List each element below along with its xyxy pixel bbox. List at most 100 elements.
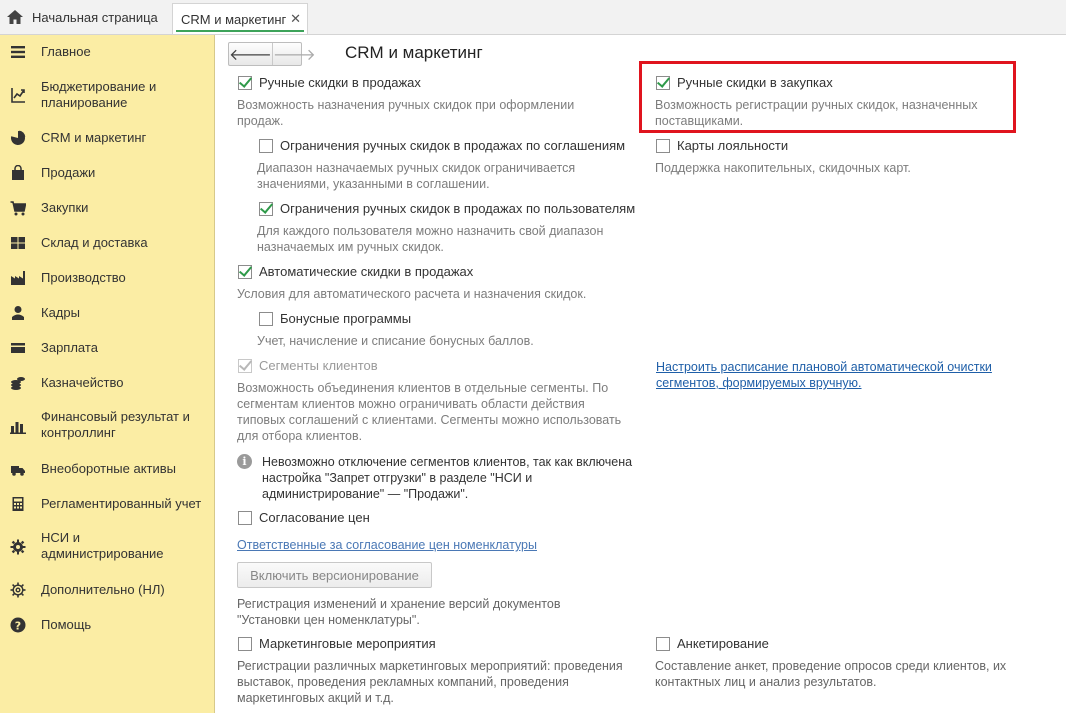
manual-sales-discounts-label: Ручные скидки в продажах xyxy=(259,75,421,90)
sidebar: Главное Бюджетирование и планирование CR… xyxy=(0,35,215,713)
limit-by-agreements-desc: Диапазон назначаемых ручных скидок огран… xyxy=(257,161,576,191)
sidebar-item-label: Главное xyxy=(41,44,91,59)
close-icon[interactable]: ✕ xyxy=(290,11,301,27)
marketing-events-label: Маркетинговые мероприятия xyxy=(259,636,436,651)
auto-discounts-option[interactable]: Автоматические скидки в продажах xyxy=(238,264,473,279)
client-segments-desc: Возможность объединения клиентов в отдел… xyxy=(237,381,622,443)
sidebar-item-budgeting[interactable]: Бюджетирование и планирование xyxy=(0,79,214,113)
tab-bar: Начальная страница CRM и маркетинг ✕ xyxy=(0,0,1066,35)
cart-icon xyxy=(10,201,26,216)
factory-icon xyxy=(11,271,25,285)
marketing-events-desc: Регистрации различных маркетинговых меро… xyxy=(237,659,623,705)
limit-by-agreements-label: Ограничения ручных скидок в продажах по … xyxy=(280,138,626,153)
page-title: CRM и маркетинг xyxy=(345,43,483,62)
manual-sales-discounts-checkbox[interactable] xyxy=(238,75,252,90)
gear-icon xyxy=(10,539,26,555)
tab-home[interactable]: Начальная страница xyxy=(0,0,167,34)
sidebar-item-additional[interactable]: Дополнительно (НЛ) xyxy=(0,581,214,601)
tab-crm-marketing[interactable]: CRM и маркетинг ✕ xyxy=(172,3,308,34)
sidebar-item-label: Финансовый результат и контроллинг xyxy=(41,409,190,440)
sidebar-item-help[interactable]: ? Помощь xyxy=(0,616,214,636)
sidebar-item-financial-result[interactable]: Финансовый результат и контроллинг xyxy=(0,409,214,443)
manual-purchase-discounts-checkbox[interactable] xyxy=(656,75,670,90)
surveys-checkbox[interactable] xyxy=(656,636,670,651)
price-approval-option[interactable]: Согласование цен xyxy=(238,510,370,525)
sidebar-item-fixed-assets[interactable]: Внеоборотные активы xyxy=(0,460,214,480)
sidebar-item-label: Кадры xyxy=(41,305,80,320)
sidebar-item-regulated-accounting[interactable]: Регламентированный учет xyxy=(0,495,214,515)
marketing-events-option[interactable]: Маркетинговые мероприятия xyxy=(238,636,436,651)
menu-lines-icon xyxy=(11,46,25,58)
help-icon: ? xyxy=(10,617,26,633)
manual-sales-discounts-desc: Возможность назначения ручных скидок при… xyxy=(237,98,575,128)
shopping-bag-icon xyxy=(12,165,24,180)
sidebar-item-label: Помощь xyxy=(41,617,92,632)
limit-by-agreements-option[interactable]: Ограничения ручных скидок в продажах по … xyxy=(259,138,625,153)
sidebar-item-treasury[interactable]: Казначейство xyxy=(0,374,214,394)
loyalty-cards-checkbox[interactable] xyxy=(656,138,670,153)
forward-button[interactable]: 🡒 xyxy=(271,43,316,65)
segments-info-message: Невозможно отключение сегментов клиентов… xyxy=(262,455,633,501)
calculator-icon xyxy=(12,497,24,511)
bonus-programs-checkbox[interactable] xyxy=(259,311,273,326)
sidebar-item-main[interactable]: Главное xyxy=(0,43,214,63)
loyalty-cards-option[interactable]: Карты лояльности xyxy=(656,138,788,153)
limit-by-agreements-checkbox[interactable] xyxy=(259,138,273,153)
versioning-desc: Регистрация изменений и хранение версий … xyxy=(237,597,561,627)
sidebar-item-sales[interactable]: Продажи xyxy=(0,164,214,184)
bar-chart-icon xyxy=(10,422,26,434)
info-icon: i xyxy=(237,454,252,469)
client-segments-option: Сегменты клиентов xyxy=(238,358,378,373)
manual-purchase-discounts-label: Ручные скидки в закупках xyxy=(677,75,833,90)
bonus-programs-desc: Учет, начисление и списание бонусных бал… xyxy=(257,334,534,348)
main-content: 🡐 🡒 CRM и маркетинг Ручные скидки в прод… xyxy=(216,35,1066,713)
limit-by-users-option[interactable]: Ограничения ручных скидок в продажах по … xyxy=(259,201,635,216)
sidebar-item-label: Бюджетирование и планирование xyxy=(41,79,157,110)
limit-by-users-checkbox[interactable] xyxy=(259,201,273,216)
sidebar-item-crm[interactable]: CRM и маркетинг xyxy=(0,129,214,149)
loyalty-cards-desc: Поддержка накопительных, скидочных карт. xyxy=(655,161,911,175)
sidebar-item-production[interactable]: Производство xyxy=(0,269,214,289)
back-button[interactable]: 🡐 xyxy=(229,43,272,65)
loyalty-cards-label: Карты лояльности xyxy=(677,138,789,153)
limit-by-users-desc: Для каждого пользователя можно назначить… xyxy=(257,224,604,254)
segment-cleanup-schedule-link[interactable]: Настроить расписание плановой автоматиче… xyxy=(656,359,1016,391)
arrow-left-icon: 🡐 xyxy=(229,46,272,64)
sidebar-item-warehouse[interactable]: Склад и доставка xyxy=(0,234,214,254)
surveys-option[interactable]: Анкетирование xyxy=(656,636,769,651)
bonus-programs-label: Бонусные программы xyxy=(280,311,412,326)
sidebar-item-label: Внеоборотные активы xyxy=(41,461,177,476)
auto-discounts-checkbox[interactable] xyxy=(238,264,252,279)
price-approval-label: Согласование цен xyxy=(259,510,370,525)
marketing-events-checkbox[interactable] xyxy=(238,636,252,651)
sidebar-item-label: Продажи xyxy=(41,165,96,180)
bonus-programs-option[interactable]: Бонусные программы xyxy=(259,311,411,326)
sidebar-item-label: Казначейство xyxy=(41,375,124,390)
sidebar-item-nsi-admin[interactable]: НСИ и администрирование xyxy=(0,530,214,564)
enable-versioning-button[interactable]: Включить версионирование xyxy=(237,562,432,588)
sidebar-item-hr[interactable]: Кадры xyxy=(0,304,214,324)
price-approval-checkbox[interactable] xyxy=(238,510,252,525)
sidebar-item-purchases[interactable]: Закупки xyxy=(0,199,214,219)
surveys-label: Анкетирование xyxy=(677,636,769,651)
sidebar-item-label: CRM и маркетинг xyxy=(41,130,147,145)
home-icon xyxy=(7,10,23,24)
client-segments-checkbox xyxy=(238,358,252,373)
sidebar-item-label: Зарплата xyxy=(41,340,98,355)
sidebar-item-label: Дополнительно (НЛ) xyxy=(41,582,165,597)
manual-purchase-discounts-option[interactable]: Ручные скидки в закупках xyxy=(656,75,833,90)
sidebar-item-label: Склад и доставка xyxy=(41,235,148,250)
auto-discounts-label: Автоматические скидки в продажах xyxy=(259,264,474,279)
manual-sales-discounts-option[interactable]: Ручные скидки в продажах xyxy=(238,75,421,90)
auto-discounts-desc: Условия для автоматического расчета и на… xyxy=(237,287,587,301)
nav-buttons: 🡐 🡒 xyxy=(228,42,316,66)
client-segments-label: Сегменты клиентов xyxy=(259,358,378,373)
tab-crm-label: CRM и маркетинг xyxy=(181,11,287,27)
sidebar-item-label: Закупки xyxy=(41,200,89,215)
truck-icon xyxy=(11,466,25,476)
wallet-icon xyxy=(11,343,25,353)
price-approval-responsible-link[interactable]: Ответственные за согласование цен номенк… xyxy=(237,537,617,553)
person-icon xyxy=(12,306,24,320)
sidebar-item-salary[interactable]: Зарплата xyxy=(0,339,214,359)
limit-by-users-label: Ограничения ручных скидок в продажах по … xyxy=(280,201,636,216)
